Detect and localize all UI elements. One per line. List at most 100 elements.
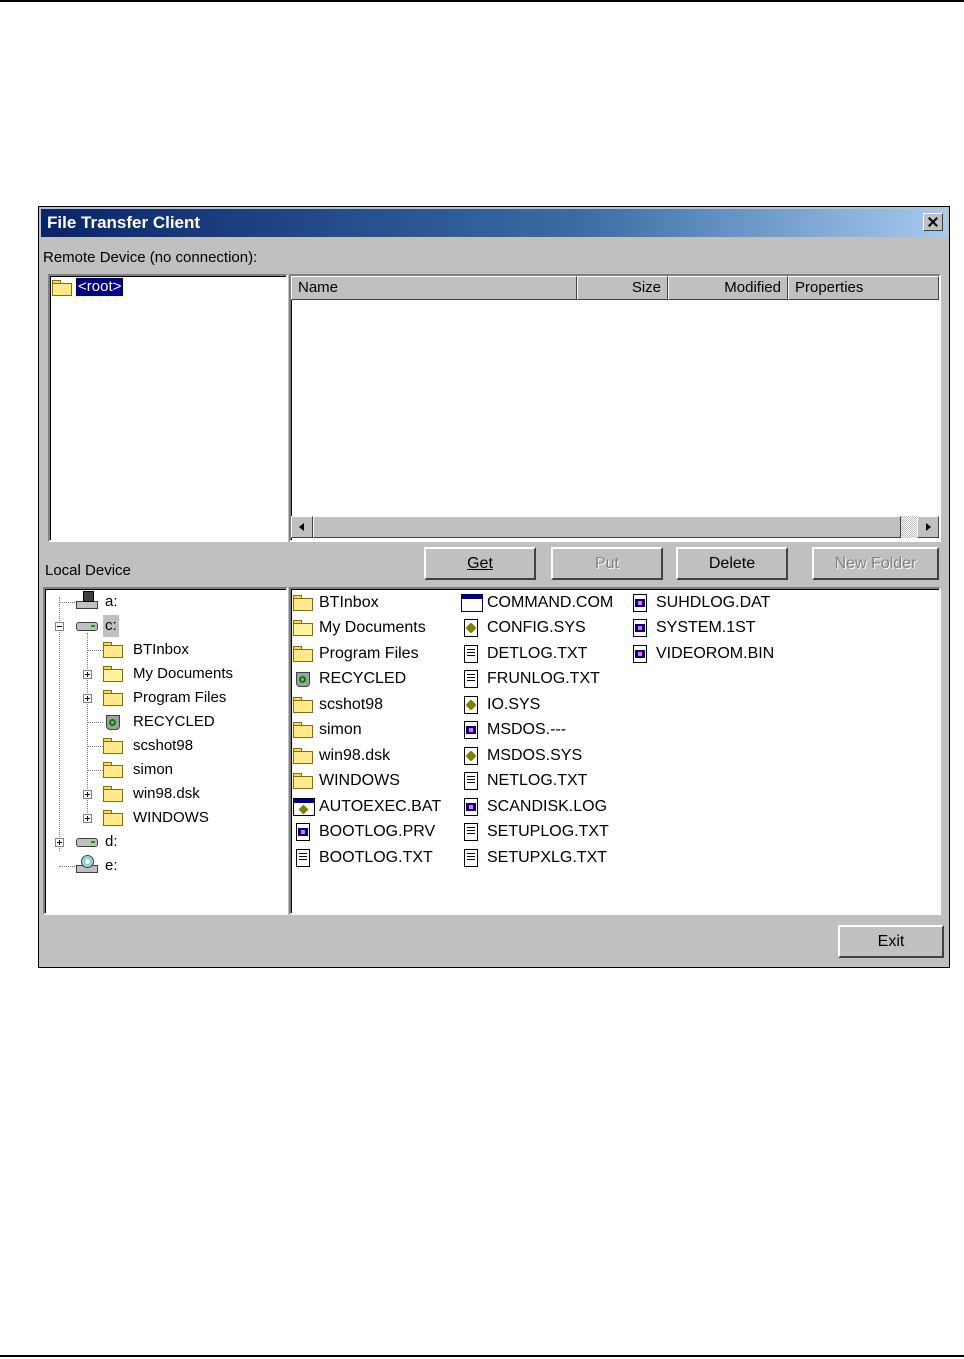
list-item[interactable]: RECYCLED [293,669,453,689]
exit-button[interactable]: Exit [838,925,944,958]
list-item[interactable]: VIDEOROM.BIN [630,644,790,664]
expand-icon[interactable] [83,670,92,679]
system-file-icon [633,594,647,612]
put-button[interactable]: Put [551,547,663,580]
local-tree-panel[interactable]: a: c: BTInbox My Documents Program Files… [43,587,288,915]
tree-node-windows[interactable]: WINDOWS [45,807,280,829]
scroll-left-button[interactable] [291,516,313,538]
tree-node-d[interactable]: d: [45,831,280,853]
scroll-right-button[interactable] [917,516,939,538]
list-item[interactable]: SYSTEM.1ST [630,618,790,638]
column-properties-label: Properties [795,279,864,296]
list-item[interactable]: MSDOS.--- [461,720,626,740]
tree-label-btinbox: BTInbox [133,641,189,658]
remote-file-list[interactable]: Name Size Modified Properties [289,274,941,542]
list-item[interactable]: BOOTLOG.PRV [293,822,453,842]
file-name: SUHDLOG.DAT [656,594,771,611]
remote-tree-panel[interactable]: <root> [48,274,288,542]
file-name: IO.SYS [487,696,541,713]
column-header-properties[interactable]: Properties [788,276,939,300]
column-header-name[interactable]: Name [291,276,577,300]
close-button[interactable] [923,213,943,231]
column-header-size[interactable]: Size [577,276,668,300]
column-modified-label: Modified [724,279,781,296]
expand-icon[interactable] [83,694,92,703]
list-item[interactable]: Program Files [293,644,453,664]
list-item[interactable]: COMMAND.COM [461,593,626,613]
column-header-modified[interactable]: Modified [668,276,788,300]
list-item[interactable]: BTInbox [293,593,453,613]
system-file-icon [633,619,647,637]
open-folder-icon [52,280,72,296]
exit-button-label: Exit [877,933,905,950]
tree-label-windows: WINDOWS [133,809,209,826]
get-button[interactable]: Get [424,547,536,580]
system-file-icon [464,798,478,816]
tree-node-btinbox[interactable]: BTInbox [45,639,280,661]
file-transfer-window: File Transfer Client Remote Device (no c… [38,206,950,968]
local-device-label: Local Device [45,562,131,579]
tree-node-scshot98[interactable]: scshot98 [45,735,280,757]
list-item[interactable]: SUHDLOG.DAT [630,593,790,613]
expand-icon[interactable] [83,814,92,823]
list-item[interactable]: SETUPLOG.TXT [461,822,626,842]
tree-node-win98-dsk[interactable]: win98.dsk [45,783,280,805]
config-file-icon [464,747,478,765]
list-item[interactable]: BOOTLOG.TXT [293,848,453,868]
tree-node-program-files[interactable]: Program Files [45,687,280,709]
tree-node-a[interactable]: a: [45,591,280,613]
column-name-label: Name [298,279,339,296]
list-item[interactable]: DETLOG.TXT [461,644,626,664]
file-name: Program Files [319,645,419,662]
list-item[interactable]: My Documents [293,618,453,638]
list-item[interactable]: IO.SYS [461,695,626,715]
tree-node-e[interactable]: e: [45,855,280,877]
file-name: SYSTEM.1ST [656,619,756,636]
put-button-label: Put [594,555,619,572]
file-name: MSDOS.SYS [487,747,583,764]
list-item[interactable]: NETLOG.TXT [461,771,626,791]
expand-icon[interactable] [83,790,92,799]
text-file-icon [464,849,478,867]
system-file-icon [633,645,647,663]
list-item[interactable]: FRUNLOG.TXT [461,669,626,689]
new-folder-button[interactable]: New Folder [812,547,939,580]
file-name: DETLOG.TXT [487,645,588,662]
batch-file-icon [293,798,315,816]
list-item[interactable]: scshot98 [293,695,453,715]
folder-icon [103,786,123,802]
tree-node-recycled[interactable]: RECYCLED [45,711,280,733]
tree-label-e: e: [105,857,118,874]
list-item[interactable]: win98.dsk [293,746,453,766]
tree-node-my-documents[interactable]: My Documents [45,663,280,685]
local-file-list[interactable]: BTInbox My Documents Program Files RECYC… [289,587,941,915]
expand-icon[interactable] [55,838,64,847]
recycle-bin-icon [293,670,313,688]
list-item[interactable]: SCANDISK.LOG [461,797,626,817]
tree-label-recycled: RECYCLED [133,713,215,730]
column-size-label: Size [631,279,661,296]
list-item[interactable]: MSDOS.SYS [461,746,626,766]
tree-label-my-documents: My Documents [133,665,234,682]
delete-button-label: Delete [708,555,756,572]
list-item[interactable]: SETUPXLG.TXT [461,848,626,868]
file-name: FRUNLOG.TXT [487,670,600,687]
list-item[interactable]: simon [293,720,453,740]
get-button-label: Get [467,555,493,572]
remote-device-label-text: Remote Device (no connection): [43,249,258,266]
collapse-icon[interactable] [55,622,64,631]
scrollbar-thumb[interactable] [313,516,901,538]
list-item[interactable]: WINDOWS [293,771,453,791]
tree-label-c: c: [103,615,119,637]
folder-icon [293,595,313,611]
tree-node-c[interactable]: c: [45,615,280,637]
file-name: SCANDISK.LOG [487,798,608,815]
tree-node-simon[interactable]: simon [45,759,280,781]
folder-icon [103,690,123,706]
list-item[interactable]: CONFIG.SYS [461,618,626,638]
tree-label-a: a: [105,593,118,610]
page-top-rule [0,0,964,2]
title-bar[interactable]: File Transfer Client [41,209,947,237]
delete-button[interactable]: Delete [676,547,788,580]
list-item[interactable]: AUTOEXEC.BAT [293,797,453,817]
